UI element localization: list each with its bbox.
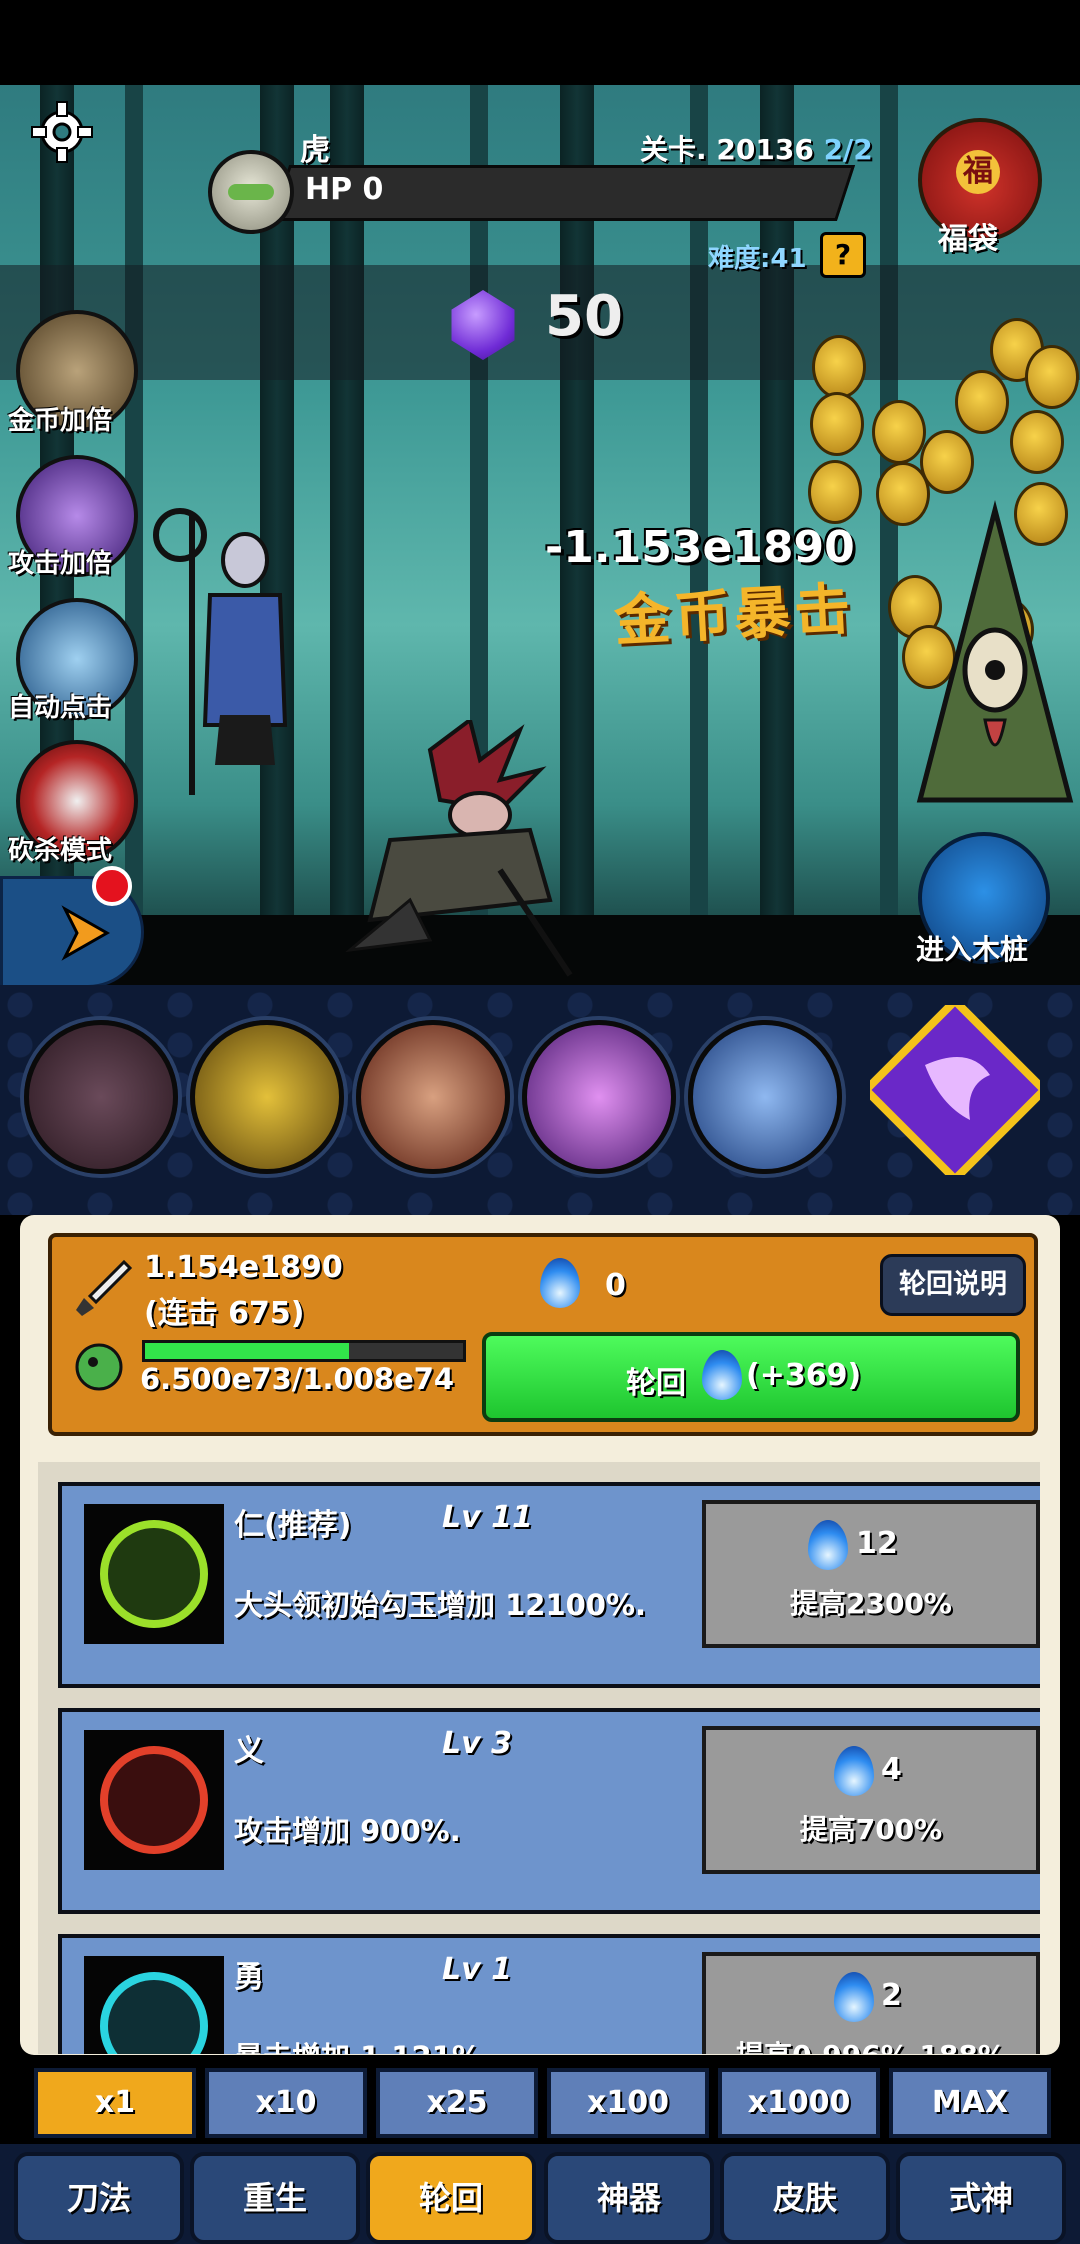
tab-artifact[interactable]: 神器 (544, 2152, 714, 2244)
multiplier-x10-button[interactable]: x10 (205, 2068, 367, 2138)
fortune-bag-emblem: 福 (956, 150, 1000, 194)
enter-stake-label[interactable]: 进入木桩 (916, 928, 1028, 968)
tab-shikigami[interactable]: 式神 (896, 2152, 1066, 2244)
upgrade-level: Lv 1 (442, 1952, 512, 1987)
reincarnate-button[interactable]: 轮回 (+369) (482, 1332, 1020, 1422)
bamboo-stalk (880, 85, 898, 985)
skill-hammer-icon[interactable] (190, 1020, 344, 1174)
upgrade-card: 义 Lv 3 攻击增加 900%. 4 提高700% (58, 1708, 1040, 1914)
skill-bandaged-fist-icon[interactable] (688, 1020, 842, 1174)
upgrade-name: 义 (234, 1734, 264, 1769)
upgrade-card: 仁(推荐) Lv 11 大头领初始勾玉增加 12100%. 12 提高2300% (58, 1482, 1040, 1688)
benevolence-rune-icon (84, 1504, 224, 1644)
stage-indicator: 关卡. 20136 2/2 (640, 128, 873, 168)
boss-portrait (208, 150, 294, 234)
crit-label: 金币暴击 (612, 576, 856, 655)
buff-label-slash-mode[interactable]: 砍杀模式 (8, 830, 148, 867)
buff-label-auto-click[interactable]: 自动点击 (8, 687, 148, 724)
upgrade-name: 仁(推荐) (234, 1508, 352, 1543)
buff-label-attack-double[interactable]: 攻击加倍 (8, 543, 148, 580)
fortune-bag-label[interactable]: 福袋 (938, 214, 998, 258)
notification-dot (92, 866, 132, 906)
skill-fist-icon[interactable] (356, 1020, 510, 1174)
stage-number: 关卡. 20136 (640, 133, 814, 166)
soul-flame-icon (702, 1350, 742, 1400)
upgrade-description: 攻击增加 900%. (234, 1814, 461, 1848)
coin-drop (810, 392, 864, 456)
multiplier-max-button[interactable]: MAX (889, 2068, 1051, 2138)
gem-count: 50 (545, 284, 623, 349)
coin-drop (955, 370, 1009, 434)
soul-flame-count: 0 (605, 1268, 626, 1303)
upgrade-level: Lv 11 (442, 1500, 533, 1535)
reincarnate-label: 轮回 (626, 1366, 686, 1401)
ally-character (153, 508, 288, 795)
upgrade-increase: 提高0.996%,188% (706, 2034, 1036, 2054)
tab-sword-technique[interactable]: 刀法 (14, 2152, 184, 2244)
upgrade-description: 暴击增加 1.121%, (234, 2034, 492, 2054)
upgrade-increase: 提高700% (799, 1813, 943, 1846)
coin-drop (1025, 345, 1079, 409)
upgrade-buy-button[interactable]: 4 提高700% (702, 1726, 1040, 1874)
boss-name: 虎 (300, 133, 330, 168)
upgrade-cost: 12 (856, 1526, 898, 1561)
upgrade-level: Lv 3 (442, 1726, 512, 1761)
reincarnate-gain: (+369) (746, 1358, 862, 1393)
reincarnation-help-button[interactable]: 轮回说明 (880, 1254, 1026, 1316)
resource-band (0, 265, 1080, 380)
soul-flame-icon (808, 1520, 848, 1570)
soul-flame-icon (834, 1746, 874, 1796)
skill-rat-icon[interactable] (24, 1020, 178, 1174)
sword-icon (76, 1259, 133, 1316)
upgrade-description: 大头领初始勾玉增加 12100%. (234, 1588, 647, 1622)
tab-rebirth[interactable]: 重生 (190, 2152, 360, 2244)
combo-count: (连击 675) (144, 1296, 305, 1331)
upgrade-card: 勇 Lv 1 暴击增加 1.121%, 2 提高0.996%,188% (58, 1934, 1040, 2054)
buff-label-coin-double[interactable]: 金币加倍 (8, 400, 148, 437)
upgrade-buy-button[interactable]: 12 提高2300% (702, 1500, 1040, 1648)
difficulty-help-button[interactable]: ? (820, 232, 866, 278)
difficulty-label: 难度:41 (708, 244, 807, 274)
status-bar (0, 0, 1080, 85)
coin-drop (808, 460, 862, 524)
upgrade-list[interactable]: 仁(推荐) Lv 11 大头领初始勾玉增加 12100%. 12 提高2300%… (38, 1462, 1040, 2054)
coin-drop (1010, 410, 1064, 474)
upgrade-buy-button[interactable]: 2 提高0.996%,188% (702, 1952, 1040, 2054)
stage-wave: 2/2 (823, 133, 873, 166)
coin-drop (872, 400, 926, 464)
coin-drop (812, 335, 866, 399)
tab-reincarnation[interactable]: 轮回 (366, 2152, 536, 2244)
multiplier-x1000-button[interactable]: x1000 (718, 2068, 880, 2138)
progress-bar-fill (145, 1343, 349, 1359)
multiplier-x25-button[interactable]: x25 (376, 2068, 538, 2138)
courage-rune-icon (84, 1956, 224, 2054)
soul-flame-icon (834, 1972, 874, 2022)
upgrade-increase: 提高2300% (790, 1587, 952, 1620)
progress-text: 6.500e73/1.008e74 (140, 1362, 455, 1396)
gear-icon[interactable] (30, 100, 94, 164)
multiplier-x100-button[interactable]: x100 (547, 2068, 709, 2138)
skill-crossed-swords-icon[interactable] (522, 1020, 676, 1174)
boss-hp-text: HP 0 (305, 172, 384, 207)
coin-drop (920, 430, 974, 494)
multiplier-x1-button[interactable]: x1 (34, 2068, 196, 2138)
training-dummy (916, 500, 1074, 803)
righteousness-rune-icon (84, 1730, 224, 1870)
player-character (345, 720, 573, 977)
upgrade-cost: 2 (881, 1978, 902, 2013)
upgrade-name: 勇 (234, 1960, 264, 1995)
spirit-icon (75, 1343, 123, 1391)
arrow-right-icon (61, 905, 111, 961)
tab-skin[interactable]: 皮肤 (720, 2152, 890, 2244)
skill-ultimate-icon[interactable] (870, 1005, 1040, 1175)
upgrade-cost: 4 (881, 1752, 902, 1787)
attack-value: 1.154e1890 (144, 1250, 343, 1285)
